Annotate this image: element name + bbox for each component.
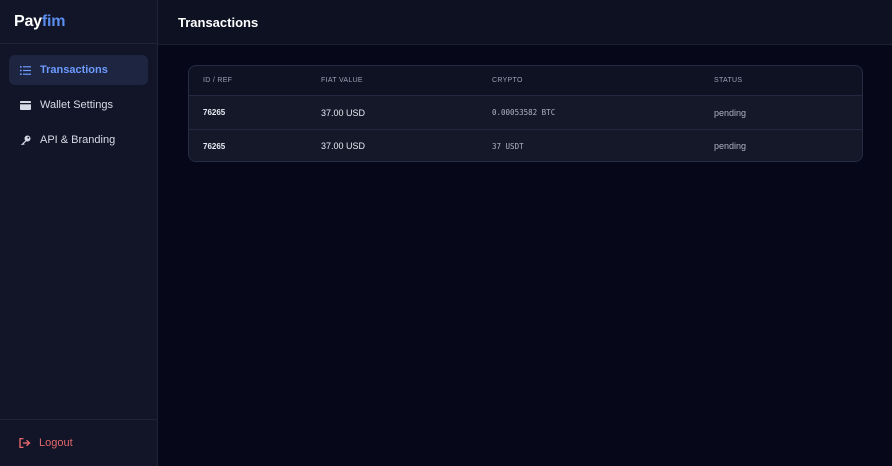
table-row[interactable]: 76265 37.00 USD 0.00053582 BTC pending [189, 96, 862, 129]
key-icon [19, 134, 31, 146]
list-icon [19, 64, 31, 76]
transactions-table: ID / REF FIAT VALUE CRYPTO STATUS 76265 … [188, 65, 863, 162]
cell-fiat: 37.00 USD [321, 107, 366, 118]
sidebar-item-api-branding[interactable]: API & Branding [9, 125, 148, 155]
cell-crypto: 0.00053582 BTC [492, 108, 556, 117]
column-header-id: ID / REF [203, 77, 233, 84]
cell-id: 76265 [203, 141, 226, 151]
brand-name-part2: fim [41, 12, 66, 30]
sidebar-item-wallet-settings[interactable]: Wallet Settings [9, 90, 148, 120]
table-header: ID / REF FIAT VALUE CRYPTO STATUS [189, 66, 862, 96]
top-bar: Transactions [158, 0, 892, 45]
cell-fiat: 37.00 USD [321, 141, 366, 151]
sidebar-item-label: Transactions [40, 64, 108, 76]
page-title: Transactions [178, 14, 259, 30]
logout-area: Logout [0, 419, 157, 466]
cell-status: pending [714, 107, 747, 118]
cell-id: 76265 [203, 108, 226, 117]
brand-logo[interactable]: Pay fim [0, 0, 157, 44]
logout-icon [19, 437, 31, 449]
sidebar-item-label: API & Branding [40, 134, 116, 146]
cell-crypto: 37 USDT [492, 141, 524, 151]
column-header-crypto: CRYPTO [492, 77, 523, 84]
wallet-icon [19, 99, 31, 111]
logout-button[interactable]: Logout [19, 437, 73, 449]
sidebar-item-label: Wallet Settings [40, 99, 113, 111]
sidebar-item-transactions[interactable]: Transactions [9, 55, 148, 85]
cell-status: pending [714, 141, 747, 151]
column-header-status: STATUS [714, 77, 743, 84]
sidebar-nav: Transactions Wallet Settings API & Brand… [0, 44, 157, 155]
logout-label: Logout [39, 437, 73, 449]
brand-name-part1: Pay [14, 12, 42, 30]
column-header-fiat: FIAT VALUE [321, 77, 363, 84]
sidebar: Pay fim Transactions Wallet Settings API… [0, 0, 158, 466]
table-row[interactable]: 76265 37.00 USD 37 USDT pending [189, 129, 862, 161]
